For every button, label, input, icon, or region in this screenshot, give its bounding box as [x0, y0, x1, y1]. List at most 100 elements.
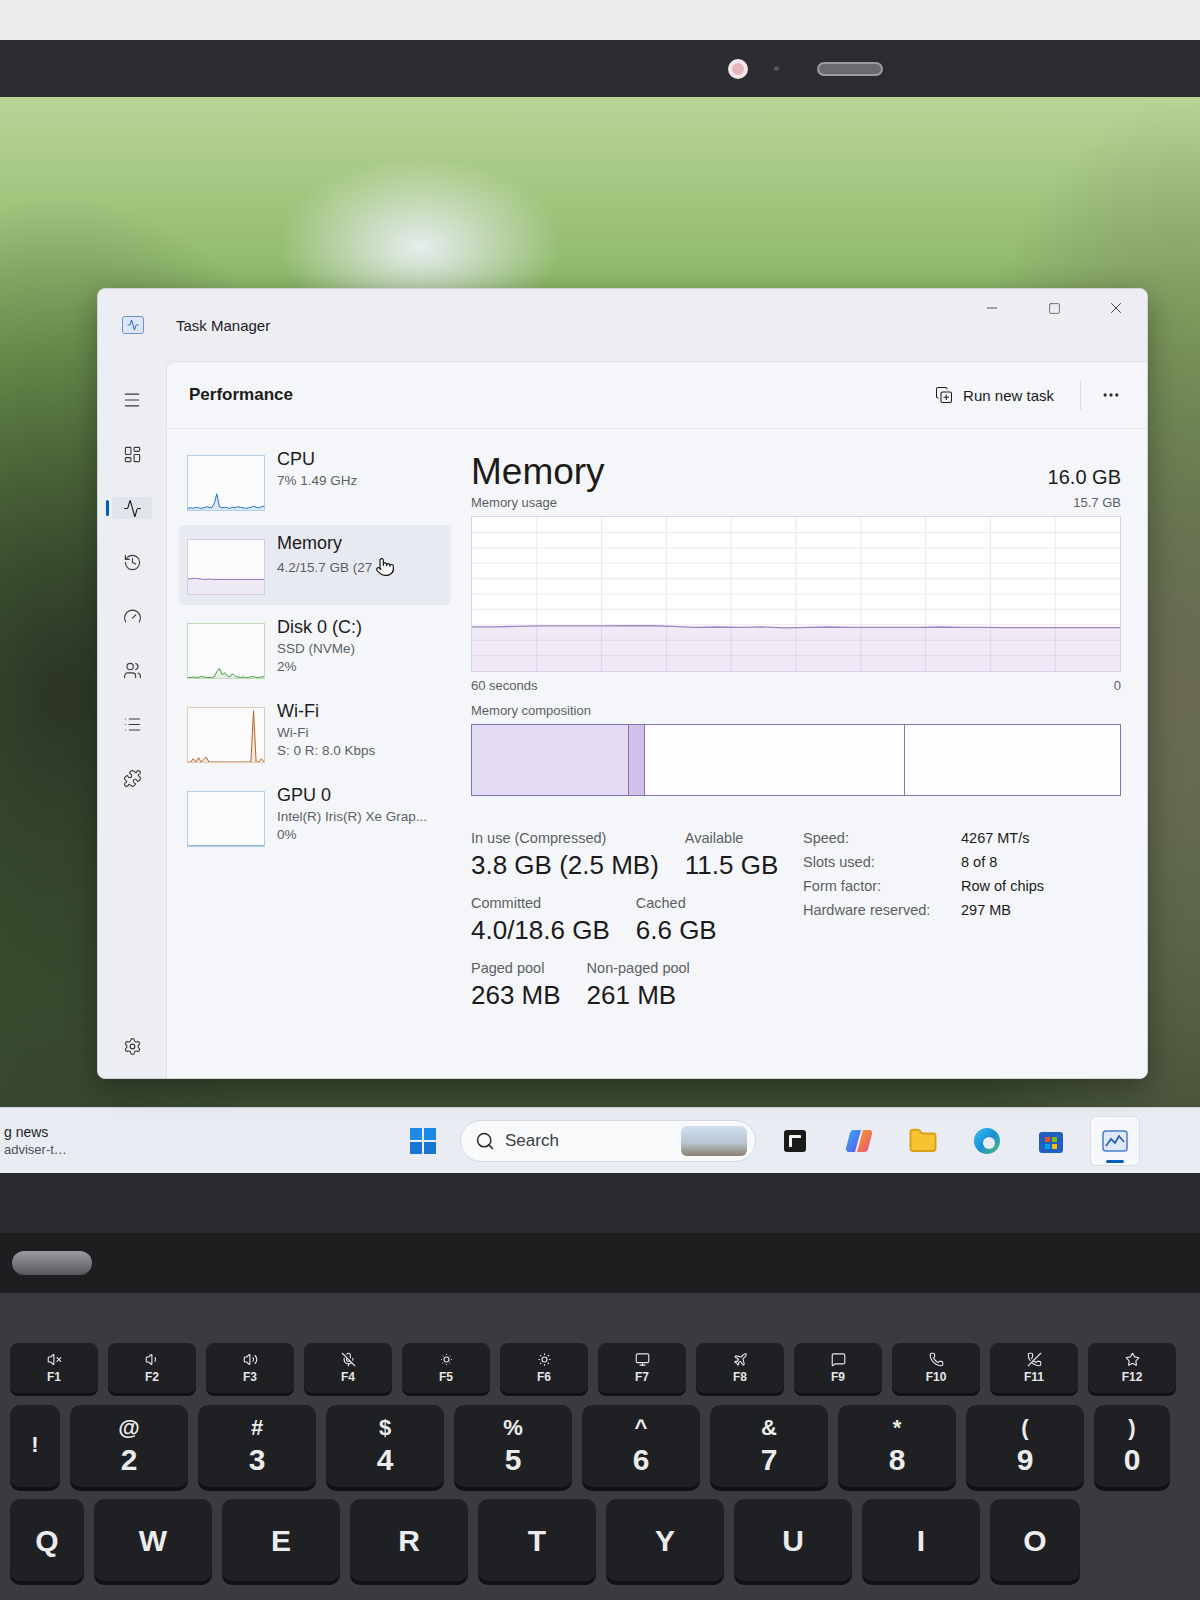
- taskbar-app[interactable]: [1026, 1116, 1076, 1166]
- taskbar-app[interactable]: [834, 1116, 884, 1166]
- function-key[interactable]: F10: [892, 1343, 980, 1393]
- stat-row: Paged pool263 MBNon-paged pool261 MB: [471, 960, 789, 1011]
- key-label: 3: [249, 1443, 266, 1476]
- window-controls: [961, 289, 1147, 325]
- number-key[interactable]: %5: [454, 1405, 572, 1487]
- resource-item[interactable]: GPU 0Intel(R) Iris(R) Xe Grap...0%: [179, 777, 451, 857]
- letter-key[interactable]: I: [862, 1499, 980, 1581]
- function-key[interactable]: F8: [696, 1343, 784, 1393]
- nav-item[interactable]: [112, 767, 152, 789]
- function-key[interactable]: F4: [304, 1343, 392, 1393]
- start-button[interactable]: [400, 1118, 446, 1164]
- number-key[interactable]: $4: [326, 1405, 444, 1487]
- composition-segment[interactable]: [644, 725, 903, 795]
- number-key[interactable]: (9: [966, 1405, 1084, 1487]
- letter-key[interactable]: O: [990, 1499, 1080, 1581]
- mouse-cursor: [375, 557, 395, 577]
- close-button[interactable]: [1085, 291, 1147, 325]
- number-key[interactable]: @2: [70, 1405, 188, 1487]
- composition-segment[interactable]: [628, 725, 645, 795]
- key-label: U: [782, 1524, 804, 1557]
- key-label: 2: [121, 1443, 138, 1476]
- taskbar-app[interactable]: [1090, 1116, 1140, 1166]
- resource-item[interactable]: CPU7% 1.49 GHz: [179, 441, 451, 521]
- nav-item[interactable]: [112, 605, 152, 627]
- detail-title: Memory: [471, 451, 605, 493]
- nav-item[interactable]: [112, 443, 152, 465]
- nav-icon: [123, 715, 142, 734]
- composition-segment[interactable]: [904, 725, 1120, 795]
- search-box[interactable]: Search: [460, 1120, 756, 1162]
- hand-cursor-icon: [375, 557, 395, 577]
- nav-item[interactable]: [112, 713, 152, 735]
- key-symbol: $: [379, 1416, 391, 1440]
- spec-table: Speed:4267 MT/sSlots used:8 of 8Form fac…: [803, 830, 1044, 1011]
- stat: Non-paged pool261 MB: [587, 960, 690, 1011]
- key-symbol: #: [251, 1416, 263, 1440]
- key-function-icon: [243, 1352, 258, 1367]
- letter-key[interactable]: E: [222, 1499, 340, 1581]
- settings-button[interactable]: [123, 1037, 142, 1056]
- nav-item[interactable]: [112, 659, 152, 681]
- function-key[interactable]: F2: [108, 1343, 196, 1393]
- stat-value: 4.0/18.6 GB: [471, 915, 610, 946]
- taskbar-apps: Search: [400, 1116, 1140, 1166]
- function-key[interactable]: F11: [990, 1343, 1078, 1393]
- number-key[interactable]: #3: [198, 1405, 316, 1487]
- key-label: 4: [377, 1443, 394, 1476]
- nav-icon: [123, 499, 142, 518]
- resource-item[interactable]: Wi-FiWi-FiS: 0 R: 8.0 Kbps: [179, 693, 451, 773]
- taskbar-app[interactable]: [770, 1116, 820, 1166]
- key-function-icon: [439, 1352, 454, 1367]
- function-key[interactable]: F1: [10, 1343, 98, 1393]
- webcam-light: [774, 66, 779, 71]
- letter-key[interactable]: R: [350, 1499, 468, 1581]
- letter-key[interactable]: T: [478, 1499, 596, 1581]
- function-key[interactable]: F7: [598, 1343, 686, 1393]
- function-key[interactable]: F12: [1088, 1343, 1176, 1393]
- search-icon: [475, 1131, 495, 1151]
- letter-key[interactable]: Y: [606, 1499, 724, 1581]
- chart-icon: [127, 319, 139, 331]
- stat: In use (Compressed)3.8 GB (2.5 MB): [471, 830, 659, 881]
- memory-stats: In use (Compressed)3.8 GB (2.5 MB)Availa…: [471, 830, 1121, 1011]
- resource-item[interactable]: Memory4.2/15.7 GB (27: [179, 525, 451, 605]
- nav-item[interactable]: [112, 497, 152, 519]
- number-key[interactable]: ^6: [582, 1405, 700, 1487]
- minimize-button[interactable]: [961, 291, 1023, 325]
- function-key[interactable]: F3: [206, 1343, 294, 1393]
- edge-icon: [972, 1126, 1002, 1156]
- nav-item[interactable]: [112, 551, 152, 573]
- news-widget[interactable]: g newsadviser-t…: [0, 1124, 400, 1157]
- number-key[interactable]: *8: [838, 1405, 956, 1487]
- function-key[interactable]: F9: [794, 1343, 882, 1393]
- spec-label: Slots used:: [803, 854, 953, 870]
- key-label: F8: [733, 1370, 747, 1384]
- title-bar[interactable]: Task Manager: [98, 289, 1147, 361]
- key-function-icon: [1027, 1352, 1042, 1367]
- menu-button[interactable]: [112, 389, 152, 411]
- composition-segment[interactable]: [472, 725, 628, 795]
- performance-body: CPU7% 1.49 GHz Memory4.2/15.7 GB (27 Disk …: [167, 428, 1147, 1078]
- resource-item[interactable]: Disk 0 (C:)SSD (NVMe)2%: [179, 609, 451, 689]
- letter-key[interactable]: U: [734, 1499, 852, 1581]
- task-manager-window[interactable]: Task ManagerPerformanceRun new taskCPU7%…: [97, 288, 1148, 1079]
- function-key[interactable]: F5: [402, 1343, 490, 1393]
- letter-key[interactable]: W: [94, 1499, 212, 1581]
- number-key[interactable]: &7: [710, 1405, 828, 1487]
- taskbar-app[interactable]: [962, 1116, 1012, 1166]
- function-key[interactable]: F6: [500, 1343, 588, 1393]
- key-symbol: (: [1021, 1416, 1028, 1440]
- number-key[interactable]: )0: [1094, 1405, 1170, 1487]
- privacy-shutter[interactable]: [817, 62, 883, 76]
- resource-texts: Memory4.2/15.7 GB (27: [277, 533, 395, 597]
- letter-key[interactable]: Q: [10, 1499, 84, 1581]
- resource-graph: [188, 792, 264, 846]
- run-new-task-button[interactable]: Run new task: [923, 378, 1066, 412]
- number-key[interactable]: !: [10, 1405, 60, 1487]
- resource-name: Memory: [277, 533, 395, 554]
- maximize-button[interactable]: [1023, 291, 1085, 325]
- resource-thumbnail: [187, 707, 265, 763]
- taskbar-app[interactable]: [898, 1116, 948, 1166]
- more-button[interactable]: [1095, 379, 1127, 411]
